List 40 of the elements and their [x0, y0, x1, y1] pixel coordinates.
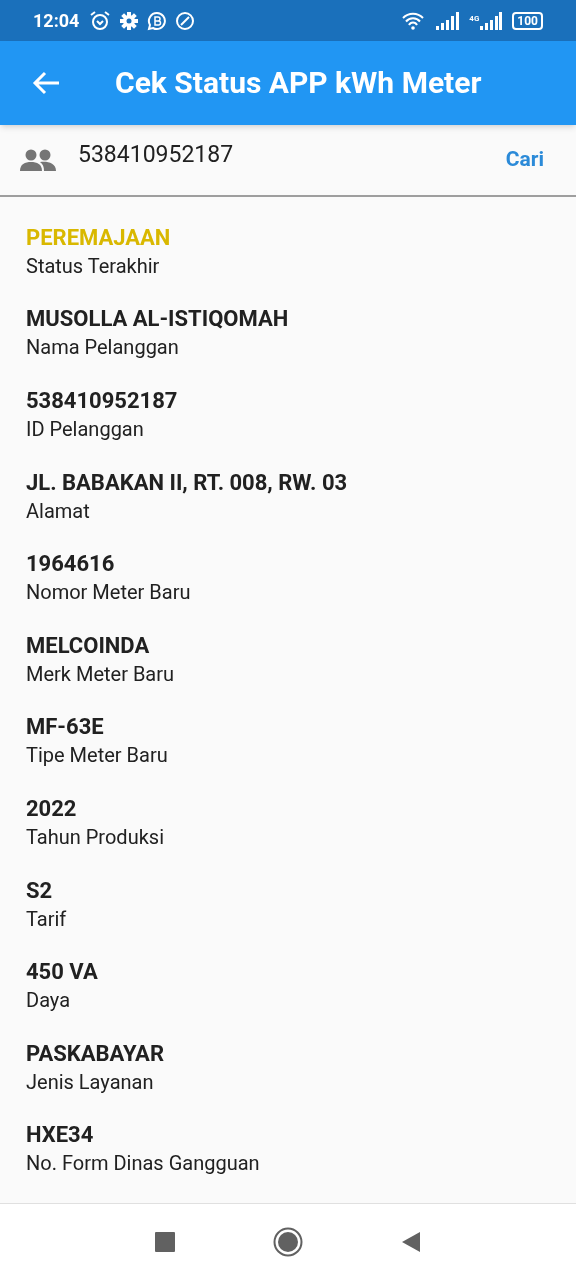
- field-value: MUSOLLA AL-ISTIQOMAH: [26, 305, 289, 334]
- field-value: JL. BABAKAN II, RT. 008, RW. 03: [26, 468, 348, 497]
- home-icon[interactable]: [273, 1227, 303, 1257]
- signal-icon: [480, 11, 503, 30]
- field-value: 2022: [26, 795, 77, 824]
- search-button[interactable]: Cari: [505, 144, 544, 176]
- field-value: 450 VA: [26, 958, 98, 987]
- field-label: Tarif: [26, 905, 67, 933]
- people-icon: [20, 148, 56, 171]
- wifi-icon: [401, 11, 426, 30]
- field-value: PASKABAYAR: [26, 1039, 164, 1068]
- field-value: 1964616: [26, 550, 115, 579]
- field-value: S2: [26, 876, 53, 905]
- field-label: Alamat: [26, 497, 90, 525]
- signal-icon: [435, 11, 460, 30]
- field-value: MF-63E: [26, 713, 104, 742]
- circle-slash-icon: [175, 10, 196, 31]
- field-label: Tipe Meter Baru: [26, 742, 168, 770]
- field-label: Daya: [26, 987, 71, 1015]
- back-icon[interactable]: [401, 1231, 421, 1253]
- status-value: PEREMAJAAN: [26, 223, 171, 252]
- field-label: Nama Pelanggan: [26, 334, 179, 362]
- field-label: ID Pelanggan: [26, 416, 144, 444]
- field-label: Status Terakhir: [26, 252, 160, 280]
- field-value: 538410952187: [26, 387, 178, 416]
- battery-level: 100: [512, 11, 543, 30]
- field-label: Nomor Meter Baru: [26, 579, 191, 607]
- chat-bubble-icon: [147, 10, 168, 31]
- field-label: No. Form Dinas Gangguan: [26, 1150, 260, 1178]
- field-label: Jenis Layanan: [26, 1068, 154, 1096]
- field-label: Tahun Produksi: [26, 824, 164, 852]
- field-value: MELCOINDA: [26, 631, 150, 660]
- network-type: 4G: [469, 13, 480, 25]
- search-field[interactable]: 538410952187: [78, 138, 506, 173]
- alarm-icon: [89, 9, 112, 32]
- field-label: Merk Meter Baru: [26, 660, 175, 688]
- app-bar-title: Cek Status APP kWh Meter: [115, 64, 482, 103]
- back-arrow-icon: [32, 70, 60, 95]
- field-value: HXE34: [26, 1121, 94, 1150]
- status-time: 12:04: [33, 9, 80, 34]
